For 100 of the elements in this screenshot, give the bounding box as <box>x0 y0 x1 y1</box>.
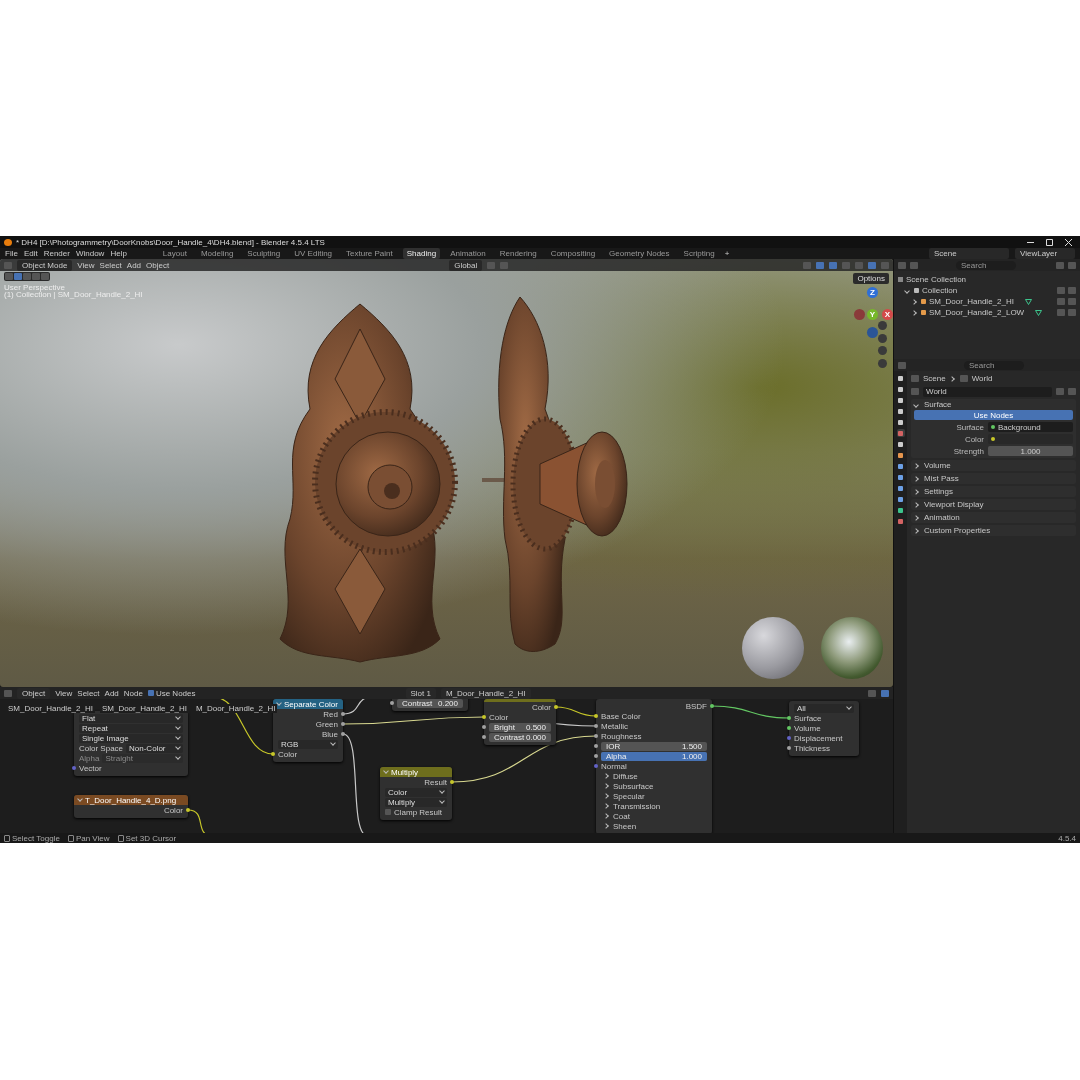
socket-dot[interactable] <box>787 736 791 740</box>
material-selector[interactable]: M_Door_Handle_2_HI <box>440 687 531 699</box>
menu-item[interactable]: File <box>5 249 18 258</box>
panel-title[interactable]: Surface <box>924 400 952 409</box>
workspace-tab[interactable]: Shading <box>402 248 441 259</box>
workspace-tab[interactable]: Scripting <box>679 248 719 259</box>
socket-dot[interactable] <box>594 764 598 768</box>
options-dropdown[interactable]: Options <box>853 273 889 284</box>
node-card[interactable]: All Surface Volume Displacement Thickness <box>789 701 859 756</box>
panel-label[interactable]: Coat <box>613 811 630 821</box>
use-nodes-checkbox[interactable] <box>147 690 154 696</box>
panel-label[interactable]: Diffuse <box>613 771 638 781</box>
socket-dot[interactable] <box>594 714 598 718</box>
maximize-icon[interactable] <box>1046 238 1053 246</box>
socket-dot[interactable] <box>594 744 598 748</box>
axis-gizmo-handle[interactable]: X <box>882 309 893 320</box>
node-header[interactable]: Multiply <box>380 767 452 777</box>
breadcrumb-item[interactable]: SM_Door_Handle_2_HI <box>6 704 95 713</box>
socket-dot[interactable] <box>594 754 598 758</box>
view-layer-selector[interactable]: ViewLayer <box>1015 248 1075 259</box>
close-icon[interactable] <box>1065 238 1072 246</box>
socket-dot[interactable] <box>787 726 791 730</box>
menu-item[interactable]: Select <box>99 260 122 270</box>
orientation-dropdown[interactable]: Global <box>449 259 483 271</box>
outliner-item[interactable]: Scene Collection <box>906 275 967 284</box>
dropdown-field[interactable]: Repeat <box>79 723 183 733</box>
number-field[interactable]: IOR 1.500 <box>601 741 707 751</box>
panel-title[interactable]: Settings <box>924 487 953 496</box>
object-type-dropdown[interactable]: Object <box>17 687 51 699</box>
node-header[interactable]: Separate Color <box>273 699 343 709</box>
search-field[interactable]: Search <box>964 360 1024 370</box>
outliner-item[interactable]: Collection <box>922 286 958 295</box>
panel-title[interactable]: Mist Pass <box>924 474 959 483</box>
menu-item[interactable]: Render <box>43 249 70 258</box>
breadcrumb-item[interactable]: World <box>971 374 993 383</box>
use-nodes-button[interactable]: Use Nodes <box>914 410 1073 420</box>
node-card[interactable]: Separate Color Red Green Blue RGB Color <box>273 699 343 762</box>
workspace-tab[interactable]: UV Editing <box>290 248 337 259</box>
socket-dot[interactable] <box>482 725 486 729</box>
socket-dot[interactable] <box>186 808 190 812</box>
workspace-tab[interactable]: Sculpting <box>243 248 285 259</box>
number-field[interactable]: Contrast 0.000 <box>489 732 551 742</box>
strength-field[interactable]: 1.000 <box>988 446 1073 456</box>
socket-dot[interactable] <box>482 715 486 719</box>
search-field[interactable]: Search <box>956 260 1016 270</box>
number-field[interactable]: Bright 0.500 <box>489 722 551 732</box>
axis-gizmo-handle[interactable] <box>867 327 878 338</box>
outliner-item[interactable]: SM_Door_Handle_2_LOW <box>929 308 1025 317</box>
panel-label[interactable]: Subsurface <box>613 781 654 791</box>
socket-dot[interactable] <box>390 701 394 705</box>
dropdown-field[interactable]: Flat <box>79 713 183 723</box>
slot-dropdown[interactable]: Slot 1 <box>405 687 436 699</box>
mode-dropdown[interactable]: Object Mode <box>17 259 73 271</box>
menu-item[interactable]: View <box>55 688 73 698</box>
menu-item[interactable]: Window <box>75 249 105 258</box>
dropdown-field[interactable]: Single Image <box>79 733 183 743</box>
workspace-tab[interactable]: Texture Paint <box>342 248 397 259</box>
workspace-tab[interactable]: Modeling <box>196 248 238 259</box>
socket-dot[interactable] <box>787 716 791 720</box>
socket-dot[interactable] <box>482 735 486 739</box>
socket-dot[interactable] <box>594 734 598 738</box>
menu-item[interactable]: Object <box>146 260 170 270</box>
axis-gizmo-handle[interactable] <box>854 309 865 320</box>
color-field[interactable] <box>988 434 1073 444</box>
panel-title[interactable]: Volume <box>924 461 951 470</box>
socket-dot[interactable] <box>554 705 558 709</box>
dropdown-field[interactable]: All <box>794 703 854 713</box>
menu-item[interactable]: View <box>77 260 95 270</box>
node-header[interactable]: T_Door_Handle_4_D.png <box>74 795 188 805</box>
panel-title[interactable]: Custom Properties <box>924 526 991 535</box>
breadcrumb-item[interactable]: SM_Door_Handle_2_HI <box>99 704 189 713</box>
dropdown-field[interactable]: Color <box>385 787 447 797</box>
scene-selector[interactable]: Scene <box>929 248 1009 259</box>
breadcrumb-item[interactable]: M_Door_Handle_2_HI <box>193 704 278 713</box>
axis-gizmo-handle[interactable]: Z <box>867 287 878 298</box>
menu-item[interactable]: Edit <box>23 249 38 258</box>
dropdown-field[interactable]: Non-Color <box>126 743 183 753</box>
socket-dot[interactable] <box>341 732 345 736</box>
workspace-tab[interactable]: Layout <box>158 248 191 259</box>
socket-dot[interactable] <box>710 704 714 708</box>
socket-dot[interactable] <box>450 780 454 784</box>
breadcrumb-item[interactable]: Scene <box>923 374 946 383</box>
world-name-field[interactable]: World <box>923 386 1052 397</box>
node-card[interactable]: Contrast 0.200 <box>392 699 468 711</box>
panel-label[interactable]: Sheen <box>613 821 637 831</box>
node-card[interactable]: Color Color Bright 0.500 Contrast 0.000 <box>484 699 556 745</box>
surface-field[interactable]: Background <box>988 422 1073 432</box>
panel-label[interactable]: Transmission <box>613 801 661 811</box>
socket-dot[interactable] <box>341 712 345 716</box>
workspace-tab[interactable]: Rendering <box>495 248 541 259</box>
socket-dot[interactable] <box>594 724 598 728</box>
socket-dot[interactable] <box>341 722 345 726</box>
socket-dot[interactable] <box>271 752 275 756</box>
checkbox[interactable] <box>385 809 391 815</box>
panel-label[interactable]: Specular <box>613 791 645 801</box>
panel-title[interactable]: Viewport Display <box>924 500 984 509</box>
number-field[interactable]: Contrast 0.200 <box>397 699 463 708</box>
dropdown-field[interactable]: Multiply <box>385 797 447 807</box>
socket-dot[interactable] <box>787 746 791 750</box>
node-card[interactable]: T_Door_Handle_4_D.png Color <box>74 795 188 818</box>
